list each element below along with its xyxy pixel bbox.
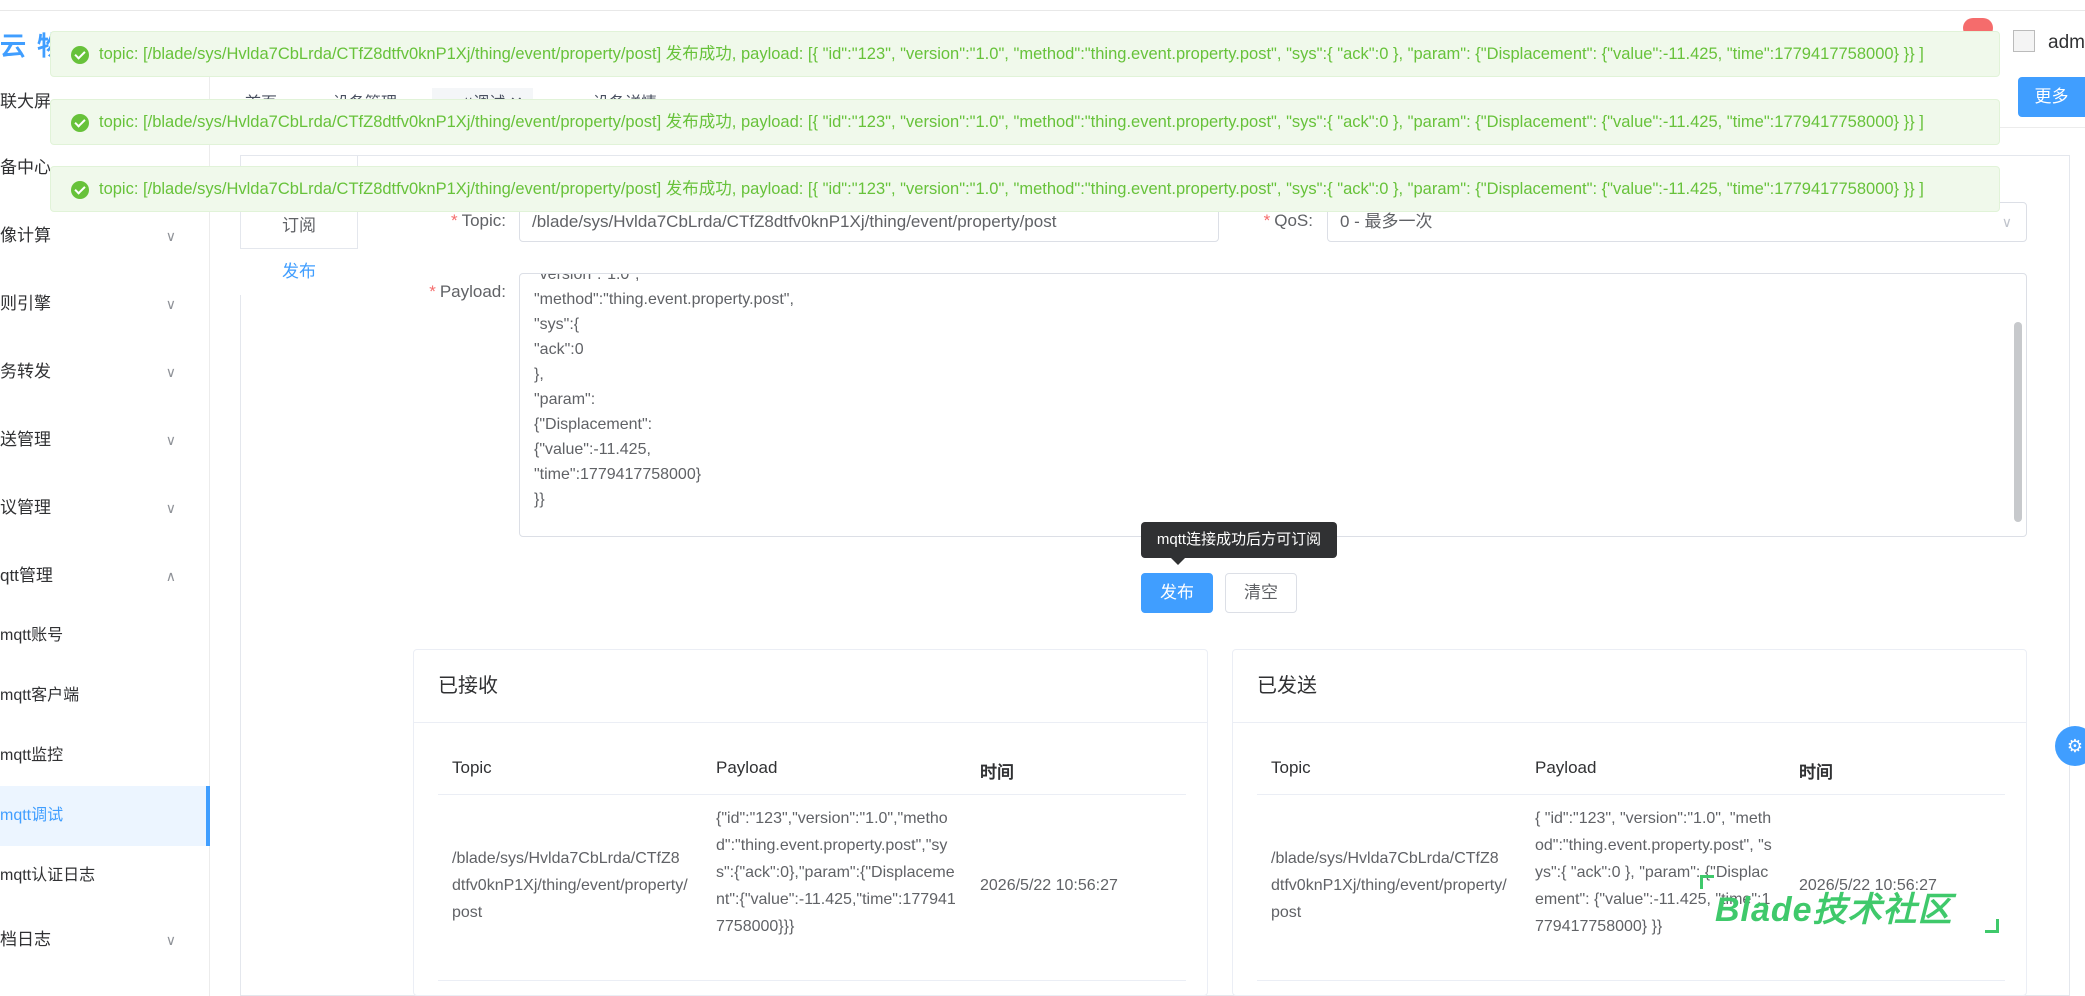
payload-line: {"Displacement": [534,416,653,433]
payload-textarea[interactable]: "version":"1.0", "method":"thing.event.p… [519,273,2027,537]
watermark: Blade技术社区 [1715,891,1953,929]
sidebar-item-label: 备中心 [0,158,51,177]
chevron-down-icon: ∨ [2001,214,2012,230]
payload-line: {"value":-11.425, [534,441,651,458]
tab-publish[interactable]: 发布 [240,249,358,295]
sidebar-item-mqtt-monitor[interactable]: mqtt监控 [0,726,210,786]
chevron-up-icon: ∧ [165,568,176,584]
app-root: 云 物 admi 首页 设备管理 mqtt调试 ✕ 设备详情 更多 联大屏 备中… [0,0,2085,996]
payload-line: "method":"thing.event.property.post", [534,291,794,308]
sidebar-item-label: mqtt监控 [0,747,64,764]
payload-line: }} [534,491,545,508]
tooltip-arrow [1171,558,1185,565]
success-icon [71,46,89,64]
connect-tooltip: mqtt连接成功后方可订阅 [1141,522,1337,558]
header-divider [0,10,2085,11]
more-button[interactable]: 更多 [2018,77,2085,117]
chevron-down-icon: ∨ [165,932,176,948]
sidebar-item-label: mqtt认证日志 [0,867,96,884]
qos-label-text: QoS: [1274,211,1313,230]
notification-message: topic: [/blade/sys/Hvlda7CbLrda/CTfZ8dtf… [99,113,1924,131]
chevron-down-icon: ∨ [165,500,176,516]
sidebar-item-mqtt-debug[interactable]: mqtt调试 [0,786,210,846]
user-avatar[interactable] [2013,30,2035,52]
user-name[interactable]: admi [2048,32,2085,54]
payload-line: "time":1779417758000} [534,466,702,483]
chevron-down-icon: ∨ [165,432,176,448]
table-row-divider [438,980,1186,981]
sidebar-item-image-compute[interactable]: 像计算 ∨ [0,206,210,266]
sidebar-item-label: mqtt客户端 [0,687,80,704]
table-header-divider [438,794,1186,795]
sidebar-item-forwarding[interactable]: 务转发 ∨ [0,342,210,402]
publish-button[interactable]: 发布 [1141,573,1213,613]
payload-label-text: Payload: [439,282,506,301]
column-header-time: 时间 [1799,763,1833,782]
sidebar-item-label: 则引擎 [0,294,51,313]
sent-title: 已发送 [1257,675,1317,697]
sidebar-item-push[interactable]: 送管理 ∨ [0,410,210,470]
notification-message: topic: [/blade/sys/Hvlda7CbLrda/CTfZ8dtf… [99,180,1924,198]
success-notification[interactable]: topic: [/blade/sys/Hvlda7CbLrda/CTfZ8dtf… [50,31,2000,77]
chevron-down-icon: ∨ [165,364,176,380]
required-mark: * [1263,211,1271,230]
card-divider [414,722,1207,723]
sidebar-item-protocol[interactable]: 议管理 ∨ [0,478,210,538]
sent-row-topic: /blade/sys/Hvlda7CbLrda/CTfZ8dtfv0knP1Xj… [1271,850,1507,921]
sent-card: 已发送 Topic Payload 时间 /blade/sys/Hvlda7Cb… [1232,649,2027,996]
chevron-down-icon: ∨ [165,228,176,244]
success-icon [71,114,89,132]
sidebar-item-label: 议管理 [0,498,51,517]
payload-line: "param": [534,391,596,408]
received-row-time: 2026/5/22 10:56:27 [980,877,1118,894]
payload-line: }, [534,366,544,383]
topic-label-text: Topic: [461,211,506,230]
sidebar-item-label: mqtt账号 [0,627,64,644]
sidebar-item-archive-log[interactable]: 档日志 ∨ [0,910,210,970]
sidebar-item-label: 档日志 [0,930,51,949]
sidebar-item-mqtt-auth-log[interactable]: mqtt认证日志 [0,846,210,906]
received-row-payload: {"id":"123","version":"1.0","method":"th… [716,810,956,935]
sidebar-item-mqtt-account[interactable]: mqtt账号 [0,606,210,666]
watermark-bracket [1985,919,1999,933]
table-header-divider [1257,794,2005,795]
success-notification[interactable]: topic: [/blade/sys/Hvlda7CbLrda/CTfZ8dtf… [50,99,2000,145]
watermark-bracket [1700,875,1714,889]
column-header-time: 时间 [980,763,1014,782]
sidebar-item-label: 像计算 [0,226,51,245]
sidebar-item-rule-engine[interactable]: 则引擎 ∨ [0,274,210,334]
card-divider [1233,722,2026,723]
sidebar-item-mqtt-client[interactable]: mqtt客户端 [0,666,210,726]
table-row-divider [1257,980,2005,981]
sidebar-item-label: mqtt调试 [0,807,64,824]
clear-button[interactable]: 清空 [1225,573,1297,613]
sidebar-item-label: qtt管理 [0,566,53,585]
payload-line: "version":"1.0", [534,273,640,283]
sidebar-item-mqtt-management[interactable]: qtt管理 ∧ [0,546,210,606]
received-row-topic: /blade/sys/Hvlda7CbLrda/CTfZ8dtfv0knP1Xj… [452,850,688,921]
required-mark: * [450,211,458,230]
chevron-down-icon: ∨ [165,296,176,312]
column-header-topic: Topic [452,758,492,777]
sidebar-item-label: 务转发 [0,362,51,381]
required-mark: * [429,282,436,301]
payload-label: * Payload: [410,282,506,302]
sidebar-item-label: 联大屏 [0,92,51,111]
success-notification[interactable]: topic: [/blade/sys/Hvlda7CbLrda/CTfZ8dtf… [50,166,2000,212]
payload-line: "ack":0 [534,341,584,358]
success-icon [71,181,89,199]
qos-label: * QoS: [1250,211,1313,231]
qos-selected-value: 0 - 最多一次 [1340,212,1433,231]
topic-label: * Topic: [430,211,506,231]
notification-message: topic: [/blade/sys/Hvlda7CbLrda/CTfZ8dtf… [99,45,1924,63]
received-title: 已接收 [438,675,498,697]
column-header-topic: Topic [1271,758,1311,777]
sidebar-item-label: 送管理 [0,430,51,449]
payload-line: "sys":{ [534,316,580,333]
textarea-scrollbar[interactable] [2014,322,2022,522]
column-header-payload: Payload [1535,758,1597,777]
column-header-payload: Payload [716,758,778,777]
received-card: 已接收 Topic Payload 时间 /blade/sys/Hvlda7Cb… [413,649,1208,996]
